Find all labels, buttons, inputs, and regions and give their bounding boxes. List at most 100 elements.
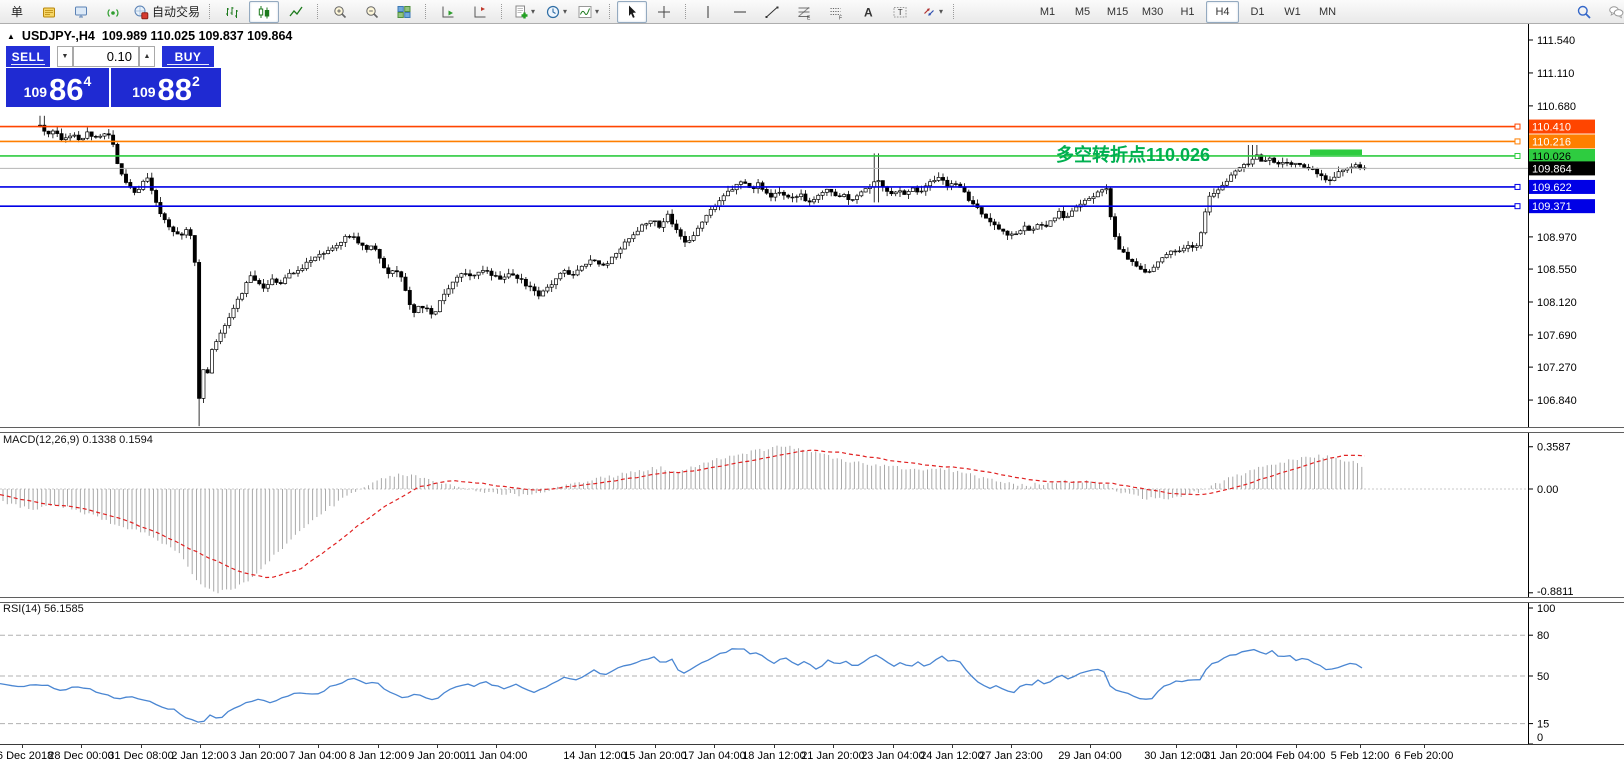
toolbar-separator bbox=[209, 4, 211, 19]
chart-annotation[interactable]: 多空转折点110.026 bbox=[1056, 141, 1210, 167]
timeframe-m30[interactable]: M30 bbox=[1136, 1, 1169, 23]
bar-chart-button[interactable] bbox=[217, 1, 247, 23]
shapes-menu-button[interactable]: ▾ bbox=[917, 1, 947, 23]
timeframe-h4[interactable]: H4 bbox=[1206, 1, 1239, 23]
line-chart-button[interactable] bbox=[281, 1, 311, 23]
level-line-109.371[interactable]: 109.371 bbox=[0, 199, 1595, 213]
time-tick bbox=[1360, 745, 1361, 748]
svg-text:F: F bbox=[839, 15, 842, 20]
zoom-out-button[interactable] bbox=[357, 1, 387, 23]
new-chart-icon bbox=[513, 4, 529, 20]
zoom-in-button[interactable] bbox=[325, 1, 355, 23]
buy-price[interactable]: 109882 bbox=[111, 68, 221, 107]
timeframe-w1-label: W1 bbox=[1284, 6, 1301, 18]
line-chart-icon bbox=[288, 4, 304, 20]
channels-icon: F bbox=[828, 4, 844, 20]
fibonacci-tool-button[interactable]: E bbox=[789, 1, 819, 23]
level-line-110.410[interactable]: 110.410 bbox=[0, 120, 1595, 134]
signal-icon bbox=[105, 4, 121, 20]
signals-button[interactable] bbox=[98, 1, 128, 23]
date-tick-label: 23 Jan 04:00 bbox=[861, 750, 925, 762]
toolbar: 单自动交易▾▾▾EFAT▾M1M5M15M30H1H4D1W1MN bbox=[0, 0, 1624, 24]
date-tick-label: 14 Jan 12:00 bbox=[563, 750, 627, 762]
time-tick bbox=[141, 745, 142, 748]
search-icon bbox=[1576, 4, 1592, 20]
macd-scale-label: -0.8811 bbox=[1537, 586, 1574, 597]
level-line-110.026[interactable]: 110.026 bbox=[0, 149, 1595, 163]
macd-pane-canvas[interactable]: 0.35870.00-0.8811 bbox=[0, 431, 1624, 597]
svg-text:110.026: 110.026 bbox=[1532, 151, 1571, 163]
chevron-down-icon: ▾ bbox=[531, 7, 535, 16]
time-tick bbox=[714, 745, 715, 748]
sell-price[interactable]: 109864 bbox=[6, 68, 109, 107]
new-chart-button[interactable]: ▾ bbox=[509, 1, 539, 23]
auto-trade-icon bbox=[133, 4, 149, 20]
chat-button[interactable] bbox=[1601, 1, 1624, 23]
sell-button[interactable]: SELL bbox=[6, 46, 50, 67]
timeframe-d1[interactable]: D1 bbox=[1241, 1, 1274, 23]
timeframe-m5[interactable]: M5 bbox=[1066, 1, 1099, 23]
date-tick-label: 28 Dec 00:00 bbox=[48, 750, 113, 762]
candlestick-chart-button[interactable] bbox=[249, 1, 279, 23]
date-tick-label: 27 Jan 23:00 bbox=[979, 750, 1043, 762]
date-tick-label: 4 Feb 04:00 bbox=[1267, 750, 1326, 762]
date-tick-label: 7 Jan 04:00 bbox=[289, 750, 347, 762]
timeframe-w1[interactable]: W1 bbox=[1276, 1, 1309, 23]
crosshair-tool-button[interactable] bbox=[649, 1, 679, 23]
text-tool-button[interactable]: A bbox=[853, 1, 883, 23]
date-tick-label: 31 Jan 20:00 bbox=[1204, 750, 1268, 762]
buy-price-prefix: 109 bbox=[132, 84, 155, 100]
panel-collapse-arrow[interactable]: ▲ bbox=[7, 32, 15, 41]
terminal-button[interactable] bbox=[34, 1, 64, 23]
vertical-line-tool-button[interactable] bbox=[693, 1, 723, 23]
channel-tool-button[interactable]: F bbox=[821, 1, 851, 23]
rsi-scale-label: 15 bbox=[1537, 719, 1549, 731]
toolbar-items: 单自动交易▾▾▾EFAT▾M1M5M15M30H1H4D1W1MN bbox=[0, 0, 1345, 23]
timeframe-h1[interactable]: H1 bbox=[1171, 1, 1204, 23]
ohlc-values: 109.989 110.025 109.837 109.864 bbox=[102, 29, 292, 43]
time-tick bbox=[22, 745, 23, 748]
fibonacci-icon: E bbox=[796, 4, 812, 20]
rsi-pane-canvas[interactable]: 1008050150 bbox=[0, 601, 1624, 744]
label-tool-button[interactable]: T bbox=[885, 1, 915, 23]
time-tick bbox=[259, 745, 260, 748]
search-button[interactable] bbox=[1569, 1, 1599, 23]
buy-button[interactable]: BUY bbox=[162, 46, 214, 67]
tile-windows-button[interactable] bbox=[389, 1, 419, 23]
toolbar-separator bbox=[609, 4, 611, 19]
time-tick bbox=[1090, 745, 1091, 748]
timeframe-m15[interactable]: M15 bbox=[1101, 1, 1134, 23]
horizontal-line-tool-button[interactable] bbox=[725, 1, 755, 23]
pane-divider[interactable] bbox=[0, 597, 1624, 603]
time-tick bbox=[318, 745, 319, 748]
volume-increase-button[interactable]: ▲ bbox=[139, 46, 155, 67]
volume-decrease-button[interactable]: ▼ bbox=[57, 46, 73, 67]
date-tick-label: 24 Jan 12:00 bbox=[920, 750, 984, 762]
timeframe-h1-label: H1 bbox=[1180, 6, 1194, 18]
price-tick-label: 106.840 bbox=[1537, 395, 1577, 407]
strategy-tester-button[interactable] bbox=[66, 1, 96, 23]
main-chart-canvas[interactable]: 110.410110.216110.026109.864109.622109.3… bbox=[0, 23, 1624, 429]
level-line-109.622[interactable]: 109.622 bbox=[0, 180, 1595, 194]
new-order-button[interactable]: 单 bbox=[2, 1, 32, 23]
resistance-highlight-segment[interactable] bbox=[1310, 149, 1362, 155]
date-tick-label: 5 Feb 12:00 bbox=[1331, 750, 1390, 762]
time-tick bbox=[1296, 745, 1297, 748]
indicators-menu-button[interactable]: ▾ bbox=[573, 1, 603, 23]
trendline-tool-button[interactable] bbox=[757, 1, 787, 23]
auto-scroll-button[interactable] bbox=[433, 1, 463, 23]
pane-divider[interactable] bbox=[0, 427, 1624, 433]
time-axis[interactable]: 26 Dec 201828 Dec 00:0031 Dec 08:002 Jan… bbox=[0, 744, 1624, 769]
cursor-tool-button[interactable] bbox=[617, 1, 647, 23]
volume-input[interactable] bbox=[73, 46, 139, 67]
periods-menu-button[interactable]: ▾ bbox=[541, 1, 571, 23]
timeframe-m1[interactable]: M1 bbox=[1031, 1, 1064, 23]
sell-price-big: 86 bbox=[49, 75, 83, 104]
auto-trading-button[interactable]: 自动交易 bbox=[130, 1, 203, 23]
indicators-icon bbox=[577, 4, 593, 20]
svg-text:T: T bbox=[898, 8, 903, 17]
timeframe-mn[interactable]: MN bbox=[1311, 1, 1344, 23]
time-tick bbox=[496, 745, 497, 748]
chart-shift-button[interactable] bbox=[465, 1, 495, 23]
level-line-110.216[interactable]: 110.216 bbox=[0, 134, 1595, 148]
